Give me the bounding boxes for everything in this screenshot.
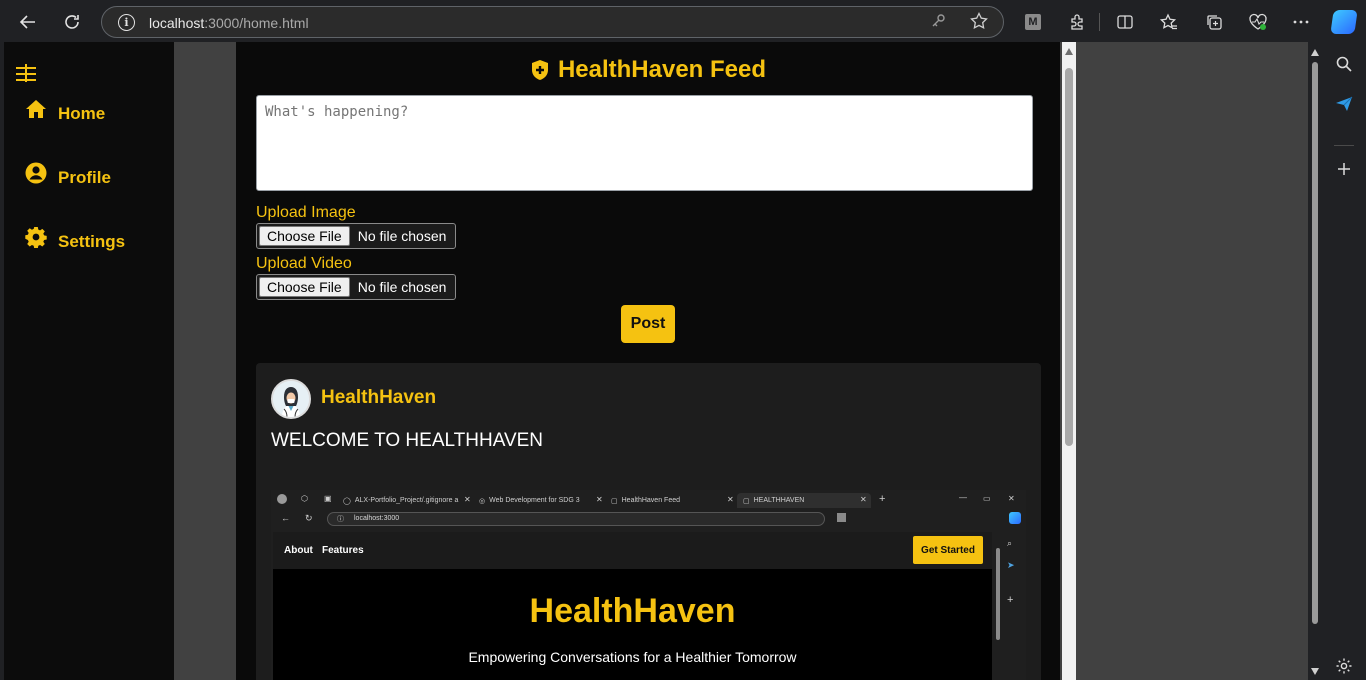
settings-icon[interactable] bbox=[1332, 654, 1356, 678]
avatar[interactable] bbox=[271, 379, 311, 419]
new-tab-icon: + bbox=[879, 493, 886, 505]
sidebar: Home Profile Settings bbox=[4, 42, 174, 680]
restore-icon: ▭ bbox=[983, 494, 991, 503]
toolbar-divider bbox=[1099, 13, 1100, 31]
upload-video-label: Upload Video bbox=[256, 255, 352, 272]
post-card: HealthHaven WELCOME TO HEALTHHAVEN ⬡ ▣ ◯… bbox=[256, 363, 1041, 680]
extension-m-icon bbox=[837, 513, 846, 522]
refresh-icon[interactable] bbox=[58, 8, 86, 36]
extensions-icon[interactable] bbox=[1066, 11, 1088, 33]
sidebar-item-profile[interactable]: Profile bbox=[24, 161, 111, 192]
screenshot-navbar: About Features Get Started bbox=[273, 532, 992, 569]
close-icon: ✕ bbox=[464, 495, 471, 504]
feed-main: HealthHaven Feed Upload Image Choose Fil… bbox=[236, 42, 1060, 680]
post-textarea[interactable] bbox=[256, 95, 1033, 191]
browser-toolbar: i localhost:3000/home.html M bbox=[0, 0, 1366, 42]
add-icon: + bbox=[1007, 594, 1014, 606]
screenshot-address-bar: ⓘ localhost:3000 bbox=[327, 512, 825, 526]
post-image[interactable]: ⬡ ▣ ◯ ALX-Portfolio_Project/.gitignore a … bbox=[271, 490, 1026, 680]
collections-icon[interactable] bbox=[1203, 11, 1225, 33]
gear-icon bbox=[24, 225, 48, 249]
browser-essentials-icon[interactable] bbox=[1247, 11, 1269, 33]
sidebar-item-label: Home bbox=[58, 104, 106, 123]
more-options-icon[interactable] bbox=[1290, 11, 1312, 33]
copilot-icon[interactable] bbox=[1330, 10, 1358, 34]
screenshot-scrollbar bbox=[994, 532, 1002, 680]
screenshot-tagline: Empowering Conversations for a Healthier… bbox=[468, 649, 797, 665]
site-info-icon[interactable]: i bbox=[118, 14, 135, 31]
refresh-icon: ↻ bbox=[305, 513, 313, 523]
address-bar[interactable]: i localhost:3000/home.html bbox=[101, 6, 1004, 38]
edge-sidebar bbox=[1322, 42, 1366, 680]
add-icon[interactable] bbox=[1332, 157, 1356, 181]
scroll-thumb[interactable] bbox=[1065, 68, 1073, 446]
rail-divider bbox=[1334, 145, 1354, 146]
scroll-thumb[interactable] bbox=[1312, 62, 1318, 624]
search-icon: ⌕ bbox=[1007, 538, 1013, 548]
user-circle-icon bbox=[24, 161, 48, 185]
close-window-icon: ✕ bbox=[1008, 494, 1015, 503]
sidebar-item-settings[interactable]: Settings bbox=[24, 225, 126, 256]
sidebar-item-home[interactable]: Home bbox=[24, 100, 105, 128]
close-icon: ✕ bbox=[860, 495, 867, 504]
split-screen-icon[interactable] bbox=[1114, 11, 1136, 33]
close-icon: ✕ bbox=[727, 495, 734, 504]
doctor-avatar-icon bbox=[273, 381, 309, 417]
screenshot-tab: ◎ Web Development for SDG 3 bbox=[479, 497, 580, 505]
scroll-down-icon[interactable] bbox=[1311, 668, 1319, 675]
page-scrollbar[interactable] bbox=[1062, 42, 1076, 680]
post-text: WELCOME TO HEALTHHAVEN bbox=[271, 430, 544, 451]
screenshot-tab: ▢ HealthHaven Feed bbox=[611, 497, 680, 505]
page-viewport: Home Profile Settings HealthHaven Feed U… bbox=[4, 42, 1322, 680]
sidebar-item-label: Settings bbox=[58, 232, 126, 251]
file-status: No file chosen bbox=[357, 228, 447, 244]
upload-image-input[interactable]: Choose File No file chosen bbox=[256, 223, 456, 249]
nav-features: Features bbox=[322, 545, 364, 556]
back-icon[interactable] bbox=[14, 8, 42, 36]
back-icon: ← bbox=[281, 513, 290, 523]
scroll-up-icon[interactable] bbox=[1065, 48, 1073, 55]
upload-image-label: Upload Image bbox=[256, 204, 356, 221]
screenshot-tab-strip: ⬡ ▣ ◯ ALX-Portfolio_Project/.gitignore a … bbox=[271, 490, 1026, 508]
post-button[interactable]: Post bbox=[621, 305, 675, 343]
scroll-up-icon[interactable] bbox=[1311, 49, 1319, 56]
copilot-icon bbox=[1009, 512, 1021, 524]
choose-file-button[interactable]: Choose File bbox=[259, 277, 350, 297]
screenshot-hero-title: HealthHaven bbox=[529, 592, 736, 630]
get-started-button: Get Started bbox=[913, 536, 983, 564]
home-icon bbox=[24, 97, 48, 121]
search-icon[interactable] bbox=[1332, 52, 1356, 76]
page-background bbox=[1076, 42, 1310, 680]
favorites-icon[interactable] bbox=[1158, 11, 1180, 33]
minimize-icon: — bbox=[959, 493, 967, 502]
site-info-icon: ⓘ bbox=[337, 516, 344, 523]
choose-file-button[interactable]: Choose File bbox=[259, 226, 350, 246]
page-title: HealthHaven Feed bbox=[236, 56, 1060, 84]
upload-video-input[interactable]: Choose File No file chosen bbox=[256, 274, 456, 300]
screenshot-tab-active: ▢ HEALTHHAVEN bbox=[737, 493, 871, 508]
menu-toggle-icon[interactable] bbox=[16, 64, 38, 84]
browser-scrollbar[interactable] bbox=[1308, 42, 1322, 680]
workspaces-icon: ⬡ bbox=[301, 494, 308, 503]
send-icon[interactable] bbox=[1332, 92, 1356, 116]
key-icon[interactable] bbox=[930, 13, 946, 34]
shield-icon bbox=[531, 60, 548, 80]
post-author[interactable]: HealthHaven bbox=[321, 387, 436, 409]
url-text: localhost:3000/home.html bbox=[149, 15, 309, 31]
send-icon: ➤ bbox=[1007, 560, 1015, 570]
sidebar-item-label: Profile bbox=[58, 168, 111, 187]
nav-about: About bbox=[284, 545, 313, 556]
close-icon: ✕ bbox=[596, 495, 603, 504]
file-status: No file chosen bbox=[357, 279, 447, 295]
favorite-star-icon[interactable] bbox=[970, 12, 988, 35]
screenshot-tab: ◯ ALX-Portfolio_Project/.gitignore a bbox=[343, 497, 459, 505]
extension-m-icon[interactable]: M bbox=[1025, 14, 1041, 30]
profile-icon bbox=[277, 494, 287, 504]
tab-actions-icon: ▣ bbox=[324, 494, 332, 503]
screenshot-page: About Features Get Started HealthHaven E… bbox=[273, 532, 992, 680]
